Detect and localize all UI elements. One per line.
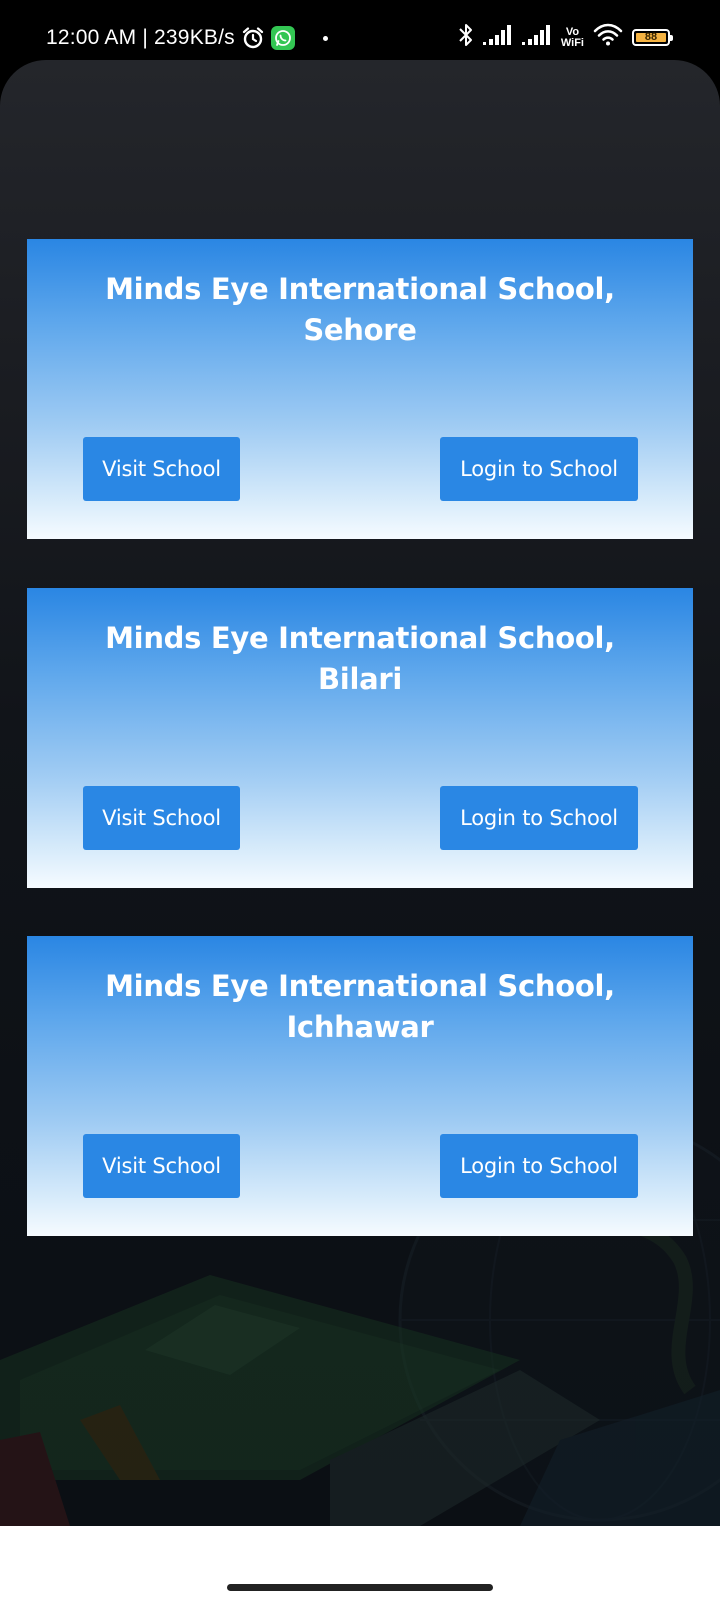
whatsapp-icon xyxy=(270,26,295,50)
visit-school-button[interactable]: Visit School xyxy=(83,786,240,850)
status-bar: 12:00 AM | 239KB/s Vo WiFi 88 xyxy=(0,0,720,62)
school-name: Minds Eye International School, Bilari xyxy=(67,618,653,700)
status-time: 12:00 AM | 239KB/s xyxy=(46,26,235,49)
status-left: 12:00 AM | 239KB/s xyxy=(46,26,328,50)
school-name-line2: Bilari xyxy=(318,662,402,696)
school-name-line1: Minds Eye International School, xyxy=(105,969,615,1003)
school-name-line2: Ichhawar xyxy=(286,1010,434,1044)
battery-icon: 88 xyxy=(632,29,673,46)
school-name: Minds Eye International School, Sehore xyxy=(67,269,653,351)
signal-icon xyxy=(521,24,552,51)
visit-school-button[interactable]: Visit School xyxy=(83,1134,240,1198)
alarm-icon xyxy=(241,26,265,50)
visit-school-button[interactable]: Visit School xyxy=(83,437,240,501)
login-to-school-button[interactable]: Login to School xyxy=(440,1134,638,1198)
navigation-bar xyxy=(0,1526,720,1600)
login-to-school-button[interactable]: Login to School xyxy=(440,786,638,850)
vowifi-icon: Vo WiFi xyxy=(560,25,584,49)
home-indicator[interactable] xyxy=(227,1584,493,1591)
school-card-ichhawar: Minds Eye International School, Ichhawar… xyxy=(27,936,693,1236)
battery-tip xyxy=(670,35,673,41)
dot-icon xyxy=(322,35,328,41)
bluetooth-icon xyxy=(458,22,474,53)
login-to-school-button[interactable]: Login to School xyxy=(440,437,638,501)
school-name: Minds Eye International School, Ichhawar xyxy=(67,966,653,1048)
status-right: Vo WiFi 88 xyxy=(458,22,673,53)
school-card-sehore: Minds Eye International School, Sehore V… xyxy=(27,239,693,539)
wifi-icon xyxy=(593,23,623,52)
battery-level: 88 xyxy=(644,31,658,43)
school-name-line2: Sehore xyxy=(303,313,417,347)
school-name-line1: Minds Eye International School, xyxy=(105,621,615,655)
signal-icon xyxy=(482,24,513,51)
app-content: Minds Eye International School, Sehore V… xyxy=(0,60,720,1526)
vowifi-top: Vo xyxy=(565,25,580,38)
phone-screen: 12:00 AM | 239KB/s Vo WiFi 88 Minds Eye … xyxy=(0,0,720,1600)
vowifi-bottom: WiFi xyxy=(560,36,584,49)
school-card-bilari: Minds Eye International School, Bilari V… xyxy=(27,588,693,888)
school-name-line1: Minds Eye International School, xyxy=(105,272,615,306)
